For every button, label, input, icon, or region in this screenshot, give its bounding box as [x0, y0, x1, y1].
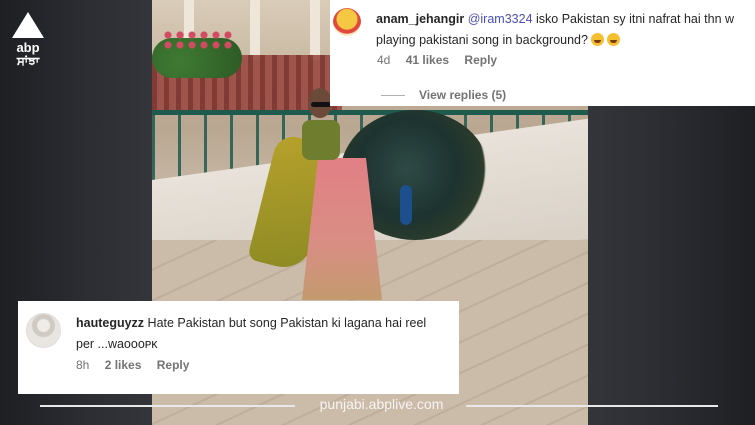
avatar[interactable] [26, 313, 61, 348]
logo-text: abp [16, 40, 40, 55]
comment-card-top: anam_jehangir @iram3324 isko Pakistan sy… [330, 0, 755, 106]
watermark-rule-left [40, 405, 295, 407]
comment-username[interactable]: anam_jehangir [376, 12, 464, 26]
comment-text: anam_jehangir @iram3324 isko Pakistan sy… [376, 9, 755, 51]
divider [381, 95, 405, 97]
logo-triangle-icon [12, 12, 44, 38]
comment-meta: 8h 2 likes Reply [76, 358, 201, 372]
reply-button[interactable]: Reply [157, 358, 190, 372]
comment-body-line1: isko Pakistan sy itni nafrat hai thn w [532, 12, 735, 26]
comment-meta: 4d 41 likes Reply [377, 53, 509, 67]
comment-likes[interactable]: 41 likes [406, 53, 449, 67]
face-with-tears-of-joy-icon [590, 33, 604, 46]
logo-subtext: ਸਾਂਝਾ [16, 54, 40, 68]
view-replies-label: View replies (5) [419, 88, 507, 102]
comment-body-line2: playing pakistani song in background? [376, 33, 588, 47]
flowers [162, 30, 232, 50]
reply-button[interactable]: Reply [464, 53, 497, 67]
abp-logo: abp ਸਾਂਝਾ [8, 12, 48, 74]
comment-time: 4d [377, 53, 391, 67]
avatar[interactable] [333, 8, 361, 36]
comment-text: hauteguyzz Hate Pakistan but song Pakist… [76, 313, 446, 355]
comment-card-bottom: hauteguyzz Hate Pakistan but song Pakist… [18, 301, 459, 394]
watermark-rule-right [466, 405, 718, 407]
comment-mention[interactable]: @iram3324 [468, 12, 533, 26]
comment-likes[interactable]: 2 likes [105, 358, 142, 372]
comment-time: 8h [76, 358, 90, 372]
dancing-woman [247, 88, 382, 300]
face-with-tears-of-joy-icon [606, 33, 620, 46]
view-replies-button[interactable]: View replies (5) [381, 88, 506, 102]
site-watermark: punjabi.abplive.com [319, 396, 444, 412]
comment-username[interactable]: hauteguyzz [76, 316, 144, 330]
